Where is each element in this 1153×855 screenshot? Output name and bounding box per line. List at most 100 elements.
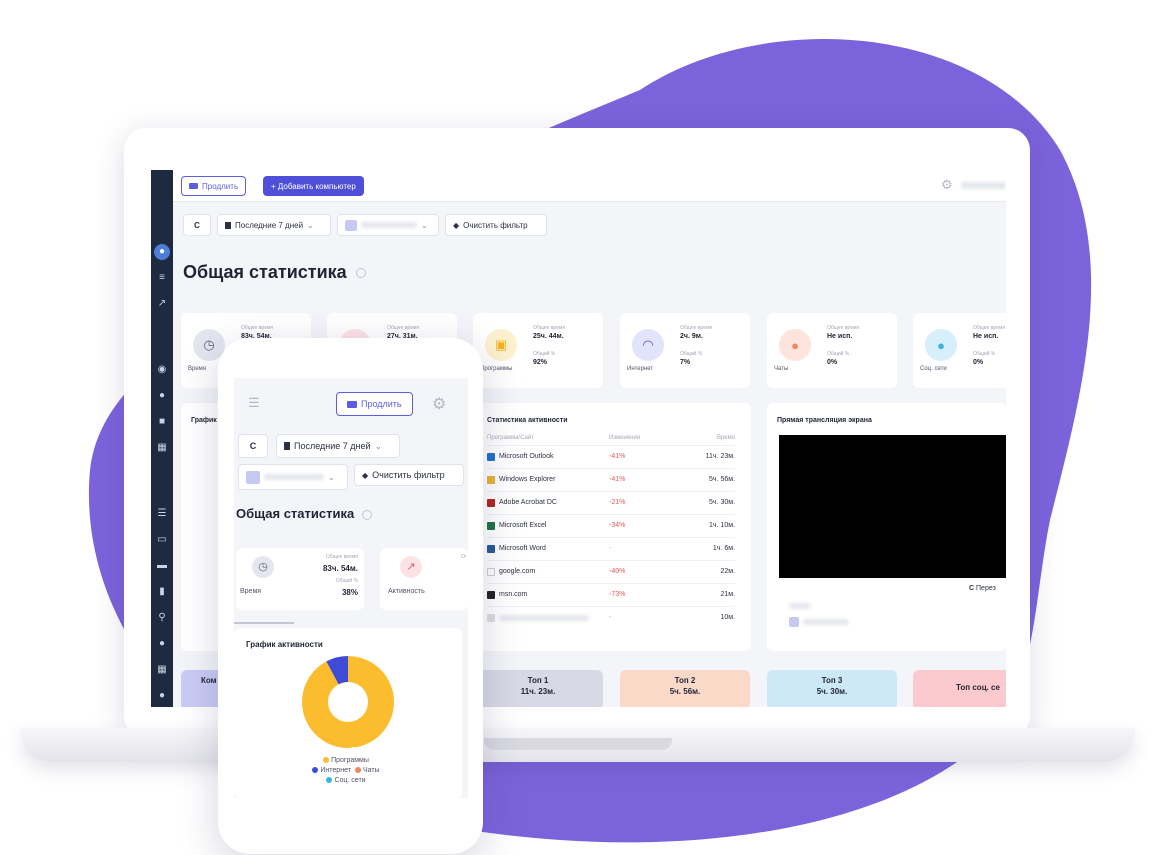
stat-percent-label: Общий %: [533, 351, 556, 357]
phone-computer-select[interactable]: ⌄: [238, 464, 348, 490]
phone-clear-filter-button[interactable]: ◆ Очистить фильтр: [354, 464, 464, 486]
phone-period-select[interactable]: Последние 7 дней ⌄: [276, 434, 400, 458]
app-time: 22м.: [720, 568, 735, 575]
top-card-value: 11ч. 23м.: [520, 687, 556, 696]
stat-label: Общее время: [973, 325, 1006, 331]
laptop-notch: [484, 738, 672, 750]
clear-filter-button[interactable]: ◆ Очистить фильтр: [445, 214, 547, 236]
camera-icon[interactable]: ■: [156, 416, 168, 428]
table-row[interactable]: - 10м.: [487, 606, 735, 628]
stat-value: Не исп.: [973, 333, 999, 340]
list-icon[interactable]: ☰: [156, 508, 168, 520]
live-screen-view[interactable]: [779, 435, 1006, 578]
stat-card-internet[interactable]: ◠ Интернет Общее время 2ч. 9м. Общий % 7…: [620, 313, 750, 388]
chart-icon[interactable]: ↗: [156, 298, 168, 310]
sidebar: ● ≡ ↗ ◉ ● ■ ▦ ☰ ▭ ▬ ▮ ⚲ ● ▦ ●: [151, 170, 173, 707]
stat-value: 83ч. 54м.: [322, 564, 358, 573]
stat-label: Общее время: [241, 325, 274, 331]
stat-caption: Соц. сети: [920, 366, 947, 372]
phone-stat-card-time[interactable]: ◷ Время Общее время 83ч. 54м. Общий % 38…: [236, 548, 364, 610]
phone-extend-button[interactable]: Продлить: [336, 392, 413, 416]
refresh-icon: C: [194, 220, 200, 230]
stat-label: Общее время: [680, 325, 713, 331]
stat-label: Общее время: [533, 325, 566, 331]
network-icon[interactable]: ≡: [156, 272, 168, 284]
app-icon: [487, 452, 495, 461]
table-row[interactable]: Microsoft Excel -34% 1ч. 10м.: [487, 514, 735, 536]
extend-button[interactable]: Продлить: [181, 176, 247, 196]
computer-avatar: [345, 219, 357, 231]
app-name-text: google.com: [499, 568, 536, 575]
refresh-button[interactable]: C: [183, 214, 211, 236]
stat-caption: Программы: [480, 366, 513, 372]
activity-stats-panel: Статистика активности Программа/Сайт Изм…: [477, 403, 751, 651]
top-card-title: Топ 3: [821, 676, 843, 685]
gear-icon[interactable]: ⚙: [432, 394, 446, 414]
refresh-icon: C: [969, 585, 975, 592]
eraser-icon: ◆: [453, 220, 460, 230]
col-change: Изменения: [609, 435, 641, 441]
trash-icon[interactable]: ▮: [156, 586, 168, 598]
calendar-icon[interactable]: ▦: [156, 442, 168, 454]
legend-dot: [354, 767, 361, 774]
add-computer-button[interactable]: + Добавить компьютер: [263, 176, 364, 196]
search-icon[interactable]: ⚲: [156, 612, 168, 624]
chat-icon[interactable]: ●: [156, 638, 168, 650]
menu-icon[interactable]: ☰: [248, 396, 262, 409]
phone-stat-card-activity[interactable]: ↗ Активность Оі: [380, 548, 468, 610]
period-label: Последние 7 дней: [235, 220, 304, 230]
phone-clear-filter-label: Очистить фильтр: [372, 470, 445, 480]
top-card-1[interactable]: Топ 1 11ч. 23м.: [473, 670, 603, 707]
table-row[interactable]: Adobe Acrobat DC -21% 5ч. 30м.: [487, 491, 735, 513]
app-name-text: Microsoft Word: [499, 545, 546, 552]
eye-icon[interactable]: ◉: [156, 364, 168, 376]
stat-label: Общее время: [387, 325, 420, 331]
legend-item[interactable]: Соц. сети: [326, 777, 366, 784]
phone-refresh-button[interactable]: C: [238, 434, 268, 458]
app-name-text: Microsoft Outlook: [499, 453, 554, 460]
user-icon[interactable]: ●: [156, 690, 168, 702]
chart-legend: Программы Интернет Чаты Соц. сети: [234, 756, 462, 786]
app-time: 1ч. 6м.: [712, 545, 735, 552]
chevron-down-icon: ⌄: [421, 220, 428, 230]
clock-icon: ◷: [252, 556, 274, 578]
live-screen-panel: Прямая трансляция экрана C Перез: [767, 403, 1006, 651]
chevron-down-icon: ⌄: [307, 220, 314, 230]
table-row[interactable]: msn.com -73% 21м.: [487, 583, 735, 605]
gear-icon[interactable]: ⚙: [941, 178, 955, 192]
phone-period-label: Последние 7 дней: [294, 441, 371, 451]
stat-card-social[interactable]: ● Соц. сети Общее время Не исп. Общий % …: [913, 313, 1006, 388]
legend-label: Программы: [331, 757, 369, 764]
stat-percent-value: 0%: [827, 359, 838, 366]
chevron-down-icon: ⌄: [374, 440, 383, 451]
app-icon: [487, 590, 495, 599]
table-row[interactable]: Windows Explorer -41% 5ч. 56м.: [487, 468, 735, 490]
table-row[interactable]: Microsoft Outlook -41% 11ч. 23м.: [487, 445, 735, 467]
top-card-3[interactable]: Топ 3 5ч. 30м.: [767, 670, 897, 707]
monitor-icon[interactable]: ▭: [156, 534, 168, 546]
refresh-live-button[interactable]: C Перез: [969, 585, 996, 592]
table-row[interactable]: Microsoft Word - 1ч. 6м.: [487, 537, 735, 559]
stat-card-chats[interactable]: ● Чаты Общее время Не исп. Общий % 0%: [767, 313, 897, 388]
calendar-icon: [284, 442, 290, 450]
top-card-2[interactable]: Топ 2 5ч. 56м.: [620, 670, 750, 707]
app-time: 5ч. 30м.: [709, 499, 735, 506]
stat-card-programs[interactable]: ▣ Программы Общее время 25ч. 44м. Общий …: [473, 313, 603, 388]
legend-item[interactable]: Программы: [323, 757, 369, 764]
computer-avatar: [246, 470, 260, 484]
table-row[interactable]: google.com -40% 22м.: [487, 560, 735, 582]
top-card-social[interactable]: Топ соц. се: [913, 670, 1006, 707]
activity-icon: ↗: [400, 556, 422, 578]
app-change: -73%: [609, 591, 626, 598]
legend-item[interactable]: Чаты: [354, 767, 380, 774]
top-card-value: 5ч. 56м.: [669, 687, 701, 696]
legend-label: Соц. сети: [334, 777, 366, 784]
period-select[interactable]: Последние 7 дней ⌄: [217, 214, 331, 236]
table-icon[interactable]: ▦: [156, 664, 168, 676]
settings-icon[interactable]: ●: [156, 390, 168, 402]
computer-select[interactable]: ⌄: [337, 214, 439, 236]
dashboard-icon[interactable]: ●: [154, 244, 170, 260]
card-icon[interactable]: ▬: [156, 560, 168, 572]
legend-item[interactable]: Интернет: [312, 767, 351, 774]
activity-pie-chart: 92.3% 7.8%: [302, 652, 394, 752]
